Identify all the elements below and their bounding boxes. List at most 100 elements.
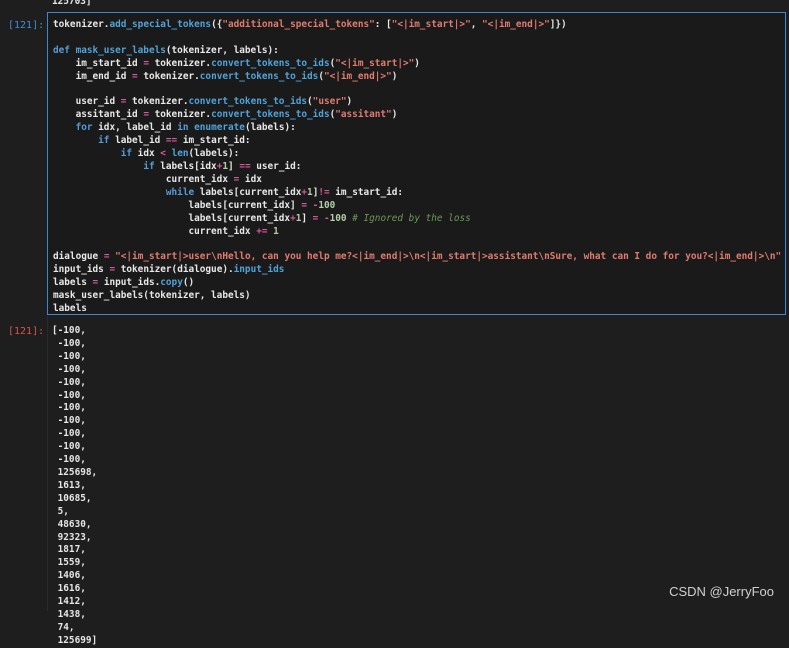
code-token: mask_user_labels [75, 44, 166, 56]
previous-output-tail: 125703] [52, 0, 92, 7]
code-token: convert_tokens_to_ids [211, 57, 330, 69]
code-token: mask_user_labels(tokenizer, labels) [53, 290, 251, 302]
code-token: ] [228, 160, 240, 172]
code-token: labels [53, 302, 87, 314]
code-token: "<|im_start|>" [335, 57, 415, 69]
output-line: 1412, [52, 596, 86, 608]
cell-gutter [47, 316, 48, 611]
code-token: label_id [109, 135, 166, 147]
code-token: assitant_id [53, 109, 144, 121]
code-token: "additional_special_tokens" [222, 19, 375, 30]
output-line: 48630, [52, 518, 92, 530]
code-token: # Ignored by the loss [352, 212, 471, 224]
code-token: convert_tokens_to_ids [211, 109, 330, 121]
code-token: dialogue [53, 251, 104, 263]
code-token: def [53, 44, 76, 56]
code-token: len [171, 148, 189, 160]
code-line: mask_user_labels(tokenizer, labels) [53, 290, 781, 303]
code-token: ) [391, 109, 398, 121]
code-token: (labels): [188, 148, 240, 160]
code-token: labels[current_idx [194, 186, 302, 198]
code-token: == [239, 160, 251, 172]
code-token: im_start_id: [329, 186, 404, 198]
code-token: tokenizer(dialogue). [115, 264, 234, 276]
output-line: 5, [52, 505, 69, 517]
code-token: labels [53, 277, 93, 289]
code-cell[interactable]: tokenizer.add_special_tokens({"additiona… [47, 12, 786, 315]
code-line: current_idx += 1 [53, 226, 781, 239]
code-token: (tokenizer, labels): [165, 44, 279, 56]
output-line: -100, [52, 363, 86, 375]
code-token: labels[current_idx] [53, 199, 302, 211]
code-line: labels[current_idx+1] = -100 # Ignored b… [53, 213, 781, 226]
output-line: [-100, [52, 325, 86, 336]
code-token: tokenizer. [148, 57, 212, 69]
code-token: add_special_tokens [109, 19, 212, 30]
code-token: += [256, 225, 268, 237]
code-token: if [120, 148, 133, 160]
code-token: ) [391, 70, 398, 82]
output-line: -100, [52, 428, 86, 440]
code-token: () [182, 277, 195, 289]
output-prompt: [121]: [8, 326, 45, 337]
output-line: 1559, [52, 557, 86, 569]
code-token: 100 [318, 199, 336, 211]
code-token: for [75, 122, 93, 134]
code-line: for idx, label_id in enumerate(labels): [53, 122, 781, 135]
output-line: 1406, [52, 570, 86, 582]
code-token: while [165, 186, 195, 198]
code-line: user_id = tokenizer.convert_tokens_to_id… [53, 96, 781, 109]
input-prompt: [121]: [8, 20, 45, 31]
code-editor[interactable]: tokenizer.add_special_tokens({"additiona… [53, 19, 781, 316]
output-line: 125699] [52, 634, 98, 646]
code-token: ) [414, 57, 420, 69]
output-line: 125698, [52, 466, 98, 478]
code-line: current_idx = idx [53, 174, 781, 187]
code-token: im_start_id: [177, 135, 251, 147]
output-line: -100, [52, 389, 86, 401]
output-line: 92323, [52, 531, 92, 543]
code-token: im_start_id [53, 57, 144, 69]
code-line: labels [53, 303, 781, 316]
output-line: -100, [52, 415, 86, 427]
code-token: "<|im_start|>" [391, 19, 471, 30]
code-token: (labels): [244, 122, 296, 134]
code-token: tokenizer. [148, 109, 212, 121]
code-token: if [143, 160, 155, 172]
code-token: ({ [211, 19, 223, 30]
code-token: ) [346, 96, 353, 108]
cell-output: [-100, -100, -100, -100, -100, -100, -10… [52, 325, 97, 648]
output-line: -100, [52, 350, 86, 362]
code-token: != [318, 186, 330, 198]
code-line: input_ids = tokenizer(dialogue).input_id… [53, 264, 781, 277]
code-line: im_end_id = tokenizer.convert_tokens_to_… [53, 71, 781, 84]
code-token: current_idx [53, 173, 234, 185]
code-token: idx, label_id [92, 122, 178, 134]
code-token: ] [301, 212, 313, 224]
code-line: dialogue = "<|im_start|>user\nHello, can… [53, 251, 781, 264]
code-token: convert_tokens_to_ids [199, 70, 319, 82]
code-line: labels = input_ids.copy() [53, 277, 781, 290]
output-line: 1616, [52, 583, 86, 595]
code-line: if idx < len(labels): [53, 148, 781, 161]
code-line: tokenizer.add_special_tokens({"additiona… [53, 19, 781, 32]
watermark: CSDN @JerryFoo [669, 584, 774, 599]
code-token: idx [239, 173, 262, 185]
code-line: labels[current_idx] = -100 [53, 200, 781, 213]
code-token: input_ids [233, 264, 285, 276]
code-token: tokenizer. [137, 70, 200, 82]
code-token: tokenizer. [53, 19, 110, 30]
code-line: if label_id == im_start_id: [53, 135, 781, 148]
code-token: input_ids [53, 264, 110, 276]
code-line: def mask_user_labels(tokenizer, labels): [53, 45, 781, 58]
output-line: 74, [52, 621, 75, 633]
output-line: 1613, [52, 479, 86, 491]
code-token: idx [132, 148, 161, 160]
